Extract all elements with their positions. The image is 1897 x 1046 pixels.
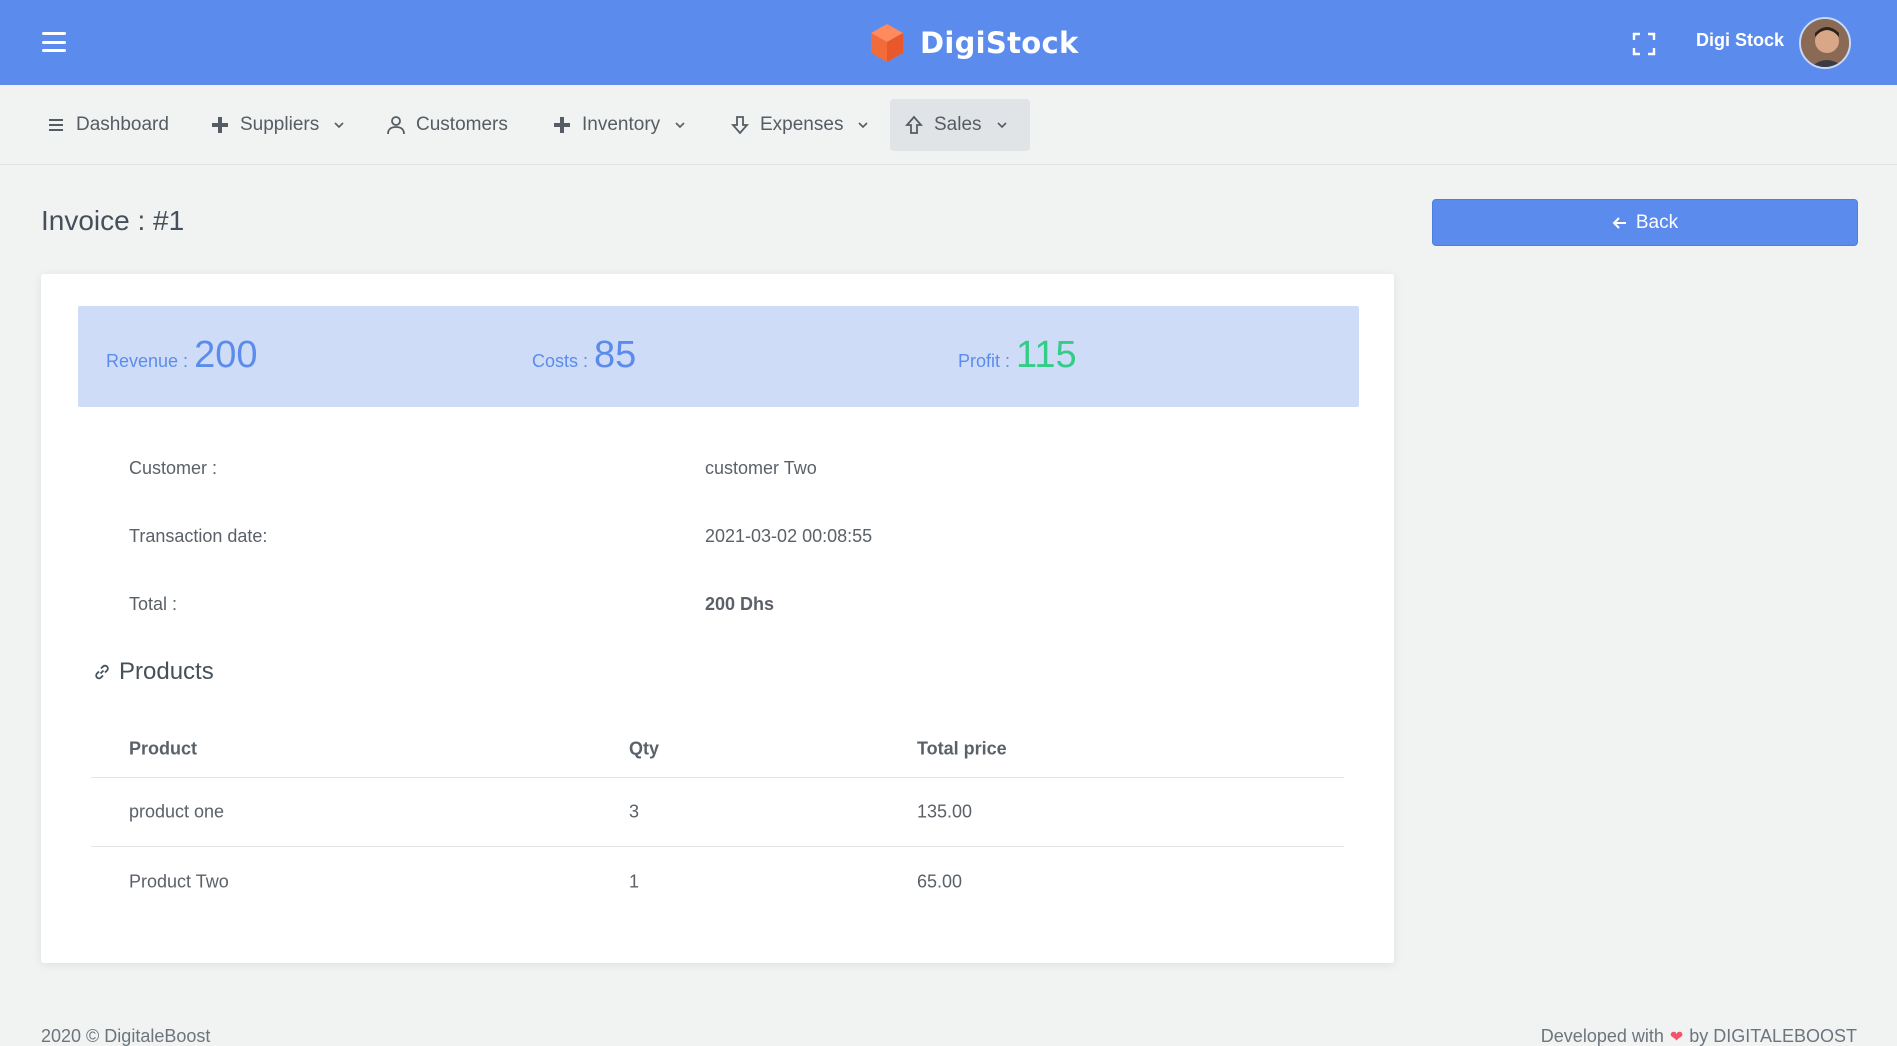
- footer-credit-suffix: by DIGITALEBOOST: [1689, 1026, 1857, 1046]
- nav-item-label: Suppliers: [240, 114, 320, 135]
- total-label: Total :: [129, 594, 178, 614]
- nav-item-expenses[interactable]: Expenses: [716, 99, 883, 151]
- footer-credit-prefix: Developed with: [1540, 1026, 1664, 1046]
- column-header: Product: [129, 738, 198, 758]
- chevron-down-icon: [334, 122, 344, 129]
- chevron-down-icon: [996, 122, 1007, 129]
- back-button[interactable]: Back: [1432, 199, 1858, 246]
- product-qty: 1: [629, 871, 640, 891]
- table-header: Product Qty Total price: [91, 720, 1344, 778]
- total-value: 200 Dhs: [705, 594, 775, 614]
- nav-item-label: Dashboard: [76, 114, 169, 135]
- list-icon: [49, 119, 63, 131]
- back-button-label: Back: [1635, 211, 1679, 233]
- product-total: 65.00: [917, 871, 963, 891]
- costs-value: 85: [594, 334, 637, 376]
- revenue-label: Revenue :: [106, 351, 189, 371]
- top-bar: DigiStock Digi Stock: [0, 0, 1897, 85]
- costs-stat: Costs : 85: [532, 334, 636, 377]
- nav-item-label: Customers: [416, 114, 508, 135]
- brand-name: DigiStock: [920, 26, 1079, 60]
- profit-value: 115: [1016, 334, 1077, 376]
- brand[interactable]: DigiStock: [868, 22, 1079, 64]
- cube-logo-icon: [871, 24, 903, 62]
- product-qty: 3: [629, 801, 640, 822]
- profit-stat: Profit : 115: [958, 334, 1077, 377]
- products-heading-label: Products: [119, 658, 214, 685]
- main-nav: Dashboard Suppliers Customers Inventory …: [0, 85, 1897, 165]
- nav-item-sales[interactable]: Sales: [890, 99, 1030, 151]
- column-header: Total price: [917, 738, 1007, 758]
- plus-icon: [212, 117, 228, 133]
- arrow-up-icon: [905, 115, 923, 134]
- customer-value: customer Two: [705, 458, 817, 478]
- nav-item-label: Inventory: [582, 114, 661, 135]
- link-icon: [95, 664, 109, 680]
- user-icon: [387, 116, 405, 135]
- arrow-down-icon: [731, 116, 749, 135]
- footer-credit: Developed with ❤ by DIGITALEBOOST: [1541, 1026, 1857, 1046]
- nav-item-label: Expenses: [760, 114, 844, 135]
- nav-item-customers[interactable]: Customers: [372, 99, 522, 151]
- profit-label: Profit :: [958, 351, 1011, 371]
- transaction-date-value: 2021-03-02 00:08:55: [705, 526, 873, 546]
- avatar[interactable]: [1799, 17, 1851, 69]
- page-title: Invoice : #1: [41, 205, 185, 236]
- chevron-down-icon: [675, 122, 685, 129]
- product-total: 135.00: [917, 801, 973, 822]
- nav-item-suppliers[interactable]: Suppliers: [196, 99, 359, 151]
- revenue-stat: Revenue : 200: [106, 334, 257, 377]
- customer-label: Customer :: [129, 458, 218, 478]
- product-name: product one: [129, 801, 225, 822]
- arrow-left-icon: [1612, 216, 1626, 229]
- user-name[interactable]: Digi Stock: [1696, 30, 1784, 51]
- nav-item-label: Sales: [934, 114, 982, 135]
- stats-banner: Revenue : 200 Costs : 85 Profit : 115: [78, 306, 1359, 407]
- nav-item-dashboard[interactable]: Dashboard: [32, 99, 183, 151]
- plus-icon: [554, 117, 570, 133]
- invoice-card: Revenue : 200 Costs : 85 Profit : 115 Cu…: [41, 274, 1394, 963]
- table-row: product one 3 135.00: [91, 778, 1344, 847]
- product-name: Product Two: [129, 871, 229, 891]
- transaction-date-label: Transaction date:: [129, 526, 268, 546]
- costs-label: Costs :: [532, 351, 589, 371]
- products-table: Product Qty Total price product one 3 13…: [91, 720, 1344, 916]
- menu-icon[interactable]: [40, 30, 68, 54]
- table-row: Product Two 1 65.00: [91, 847, 1344, 916]
- revenue-value: 200: [194, 334, 258, 376]
- footer-copyright: 2020 © DigitaleBoost: [41, 1026, 211, 1046]
- heart-icon: ❤: [1669, 1028, 1684, 1046]
- chevron-down-icon: [858, 122, 869, 129]
- products-heading: Products: [93, 658, 214, 686]
- nav-item-inventory[interactable]: Inventory: [538, 99, 700, 151]
- fullscreen-icon[interactable]: [1632, 32, 1656, 56]
- column-header: Qty: [629, 738, 660, 758]
